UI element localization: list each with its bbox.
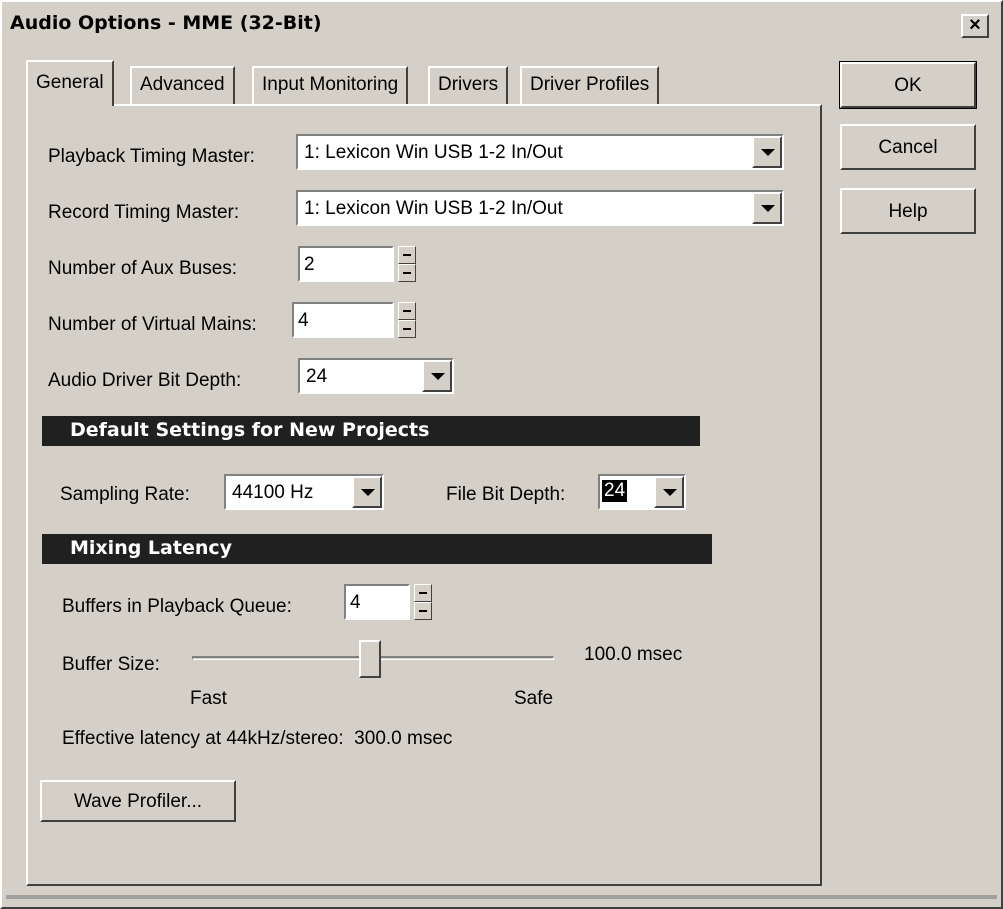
buffer-size-label: Buffer Size:	[62, 654, 160, 675]
buffers-input[interactable]: 4	[344, 584, 410, 620]
chevron-down-icon[interactable]	[654, 476, 684, 508]
tab-drivers[interactable]: Drivers	[428, 66, 509, 104]
driver-bit-depth-value: 24	[306, 366, 328, 387]
tab-input-monitoring[interactable]: Input Monitoring	[252, 66, 409, 104]
ok-button[interactable]: OK	[839, 61, 977, 109]
spin-down-icon[interactable]	[414, 602, 432, 620]
buffers-spinner[interactable]	[414, 584, 432, 620]
aux-buses-value: 2	[304, 254, 315, 275]
section-heading-text: Default Settings for New Projects	[70, 419, 430, 441]
aux-buses-spinner[interactable]	[398, 246, 416, 282]
record-timing-master-value: 1: Lexicon Win USB 1-2 In/Out	[304, 198, 563, 219]
buffer-size-min-label: Fast	[190, 688, 227, 709]
sampling-rate-value: 44100 Hz	[232, 482, 314, 503]
playback-timing-master-label: Playback Timing Master:	[48, 146, 255, 167]
tab-label: Drivers	[438, 74, 499, 95]
section-heading-text: Mixing Latency	[70, 537, 233, 559]
record-timing-master-select[interactable]: 1: Lexicon Win USB 1-2 In/Out	[296, 190, 784, 226]
aux-buses-input[interactable]: 2	[298, 246, 394, 282]
ok-label: OK	[894, 75, 922, 96]
tab-general[interactable]: General	[26, 60, 114, 106]
buffers-label: Buffers in Playback Queue:	[62, 596, 292, 617]
virtual-mains-spinner[interactable]	[398, 302, 416, 338]
buffers-value: 4	[350, 592, 361, 613]
playback-timing-master-select[interactable]: 1: Lexicon Win USB 1-2 In/Out	[296, 134, 784, 170]
title-bar[interactable]: Audio Options - MME (32-Bit) ×	[6, 6, 997, 42]
close-button[interactable]: ×	[961, 14, 989, 38]
file-bit-depth-label: File Bit Depth:	[446, 484, 566, 505]
tab-label: Advanced	[140, 74, 225, 95]
spin-up-icon[interactable]	[414, 584, 432, 602]
window-title: Audio Options - MME (32-Bit)	[10, 12, 322, 34]
virtual-mains-value: 4	[298, 310, 309, 331]
wave-profiler-label: Wave Profiler...	[73, 791, 203, 812]
audio-options-dialog: Audio Options - MME (32-Bit) × General A…	[0, 0, 1003, 909]
default-settings-heading: Default Settings for New Projects	[42, 416, 700, 446]
tab-label: General	[36, 72, 104, 93]
chevron-down-icon[interactable]	[752, 136, 782, 168]
tab-label: Input Monitoring	[262, 74, 399, 95]
file-bit-depth-value: 24	[602, 480, 628, 502]
tab-driver-profiles[interactable]: Driver Profiles	[520, 66, 660, 104]
tab-label: Driver Profiles	[530, 74, 650, 95]
help-label: Help	[888, 201, 928, 222]
driver-bit-depth-label: Audio Driver Bit Depth:	[48, 370, 242, 391]
playback-timing-master-value: 1: Lexicon Win USB 1-2 In/Out	[304, 142, 563, 163]
buffer-size-slider-thumb[interactable]	[358, 640, 381, 678]
chevron-down-icon[interactable]	[352, 476, 382, 508]
chevron-down-icon[interactable]	[422, 360, 452, 392]
sampling-rate-label: Sampling Rate:	[60, 484, 190, 505]
sampling-rate-select[interactable]: 44100 Hz	[224, 474, 384, 510]
record-timing-master-label: Record Timing Master:	[48, 202, 240, 223]
wave-profiler-button[interactable]: Wave Profiler...	[40, 780, 236, 822]
bottom-divider	[6, 895, 997, 899]
tab-advanced[interactable]: Advanced	[130, 66, 235, 104]
file-bit-depth-select[interactable]: 24	[598, 474, 686, 510]
spin-down-icon[interactable]	[398, 320, 416, 338]
virtual-mains-input[interactable]: 4	[292, 302, 394, 338]
close-icon: ×	[969, 14, 981, 36]
chevron-down-icon[interactable]	[752, 192, 782, 224]
aux-buses-label: Number of Aux Buses:	[48, 258, 238, 279]
buffer-size-readout: 100.0 msec	[584, 644, 683, 665]
cancel-label: Cancel	[878, 137, 938, 158]
spin-down-icon[interactable]	[398, 264, 416, 282]
spin-up-icon[interactable]	[398, 246, 416, 264]
cancel-button[interactable]: Cancel	[840, 124, 976, 170]
help-button[interactable]: Help	[840, 188, 976, 234]
virtual-mains-label: Number of Virtual Mains:	[48, 314, 257, 335]
buffer-size-max-label: Safe	[514, 688, 554, 709]
effective-latency-text: Effective latency at 44kHz/stereo: 300.0…	[62, 728, 453, 749]
driver-bit-depth-select[interactable]: 24	[298, 358, 454, 394]
mixing-latency-heading: Mixing Latency	[42, 534, 712, 564]
spin-up-icon[interactable]	[398, 302, 416, 320]
